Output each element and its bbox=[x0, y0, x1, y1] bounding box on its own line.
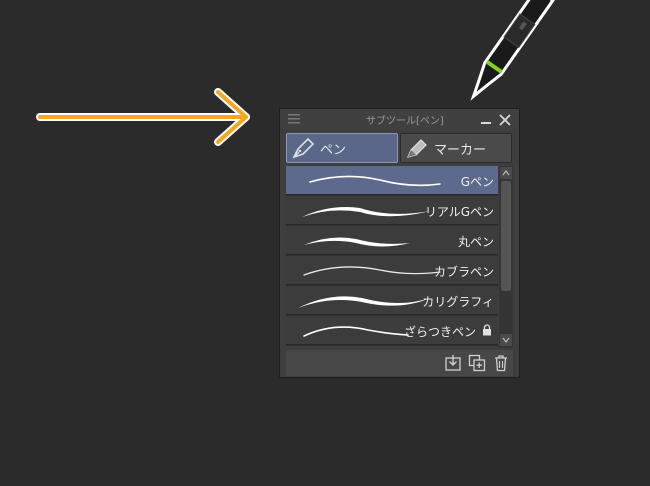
lock-icon bbox=[483, 324, 491, 336]
brush-item-g-pen[interactable]: Gペン bbox=[286, 166, 498, 195]
tab-marker-label: マーカー bbox=[434, 142, 487, 158]
brush-label: Gペン bbox=[460, 175, 494, 189]
brush-item-kabura-pen[interactable]: カブラペン bbox=[286, 256, 498, 285]
brush-label: カリグラフィ bbox=[422, 295, 494, 309]
brush-list-scrollbar[interactable] bbox=[499, 166, 513, 348]
scrollbar-thumb[interactable] bbox=[501, 181, 511, 291]
panel-titlebar[interactable]: サブツール[ペン] bbox=[280, 109, 519, 129]
brush-label: ざらつきペン bbox=[403, 325, 476, 339]
brush-label: 丸ペン bbox=[457, 235, 494, 249]
brush-label: リアルGペン bbox=[424, 205, 494, 219]
panel-footer bbox=[286, 350, 513, 376]
minimize-icon[interactable] bbox=[479, 113, 493, 127]
stylus-pen-icon bbox=[470, 0, 555, 101]
pen-nib-icon bbox=[292, 137, 315, 159]
panel-title: サブツール[ペン] bbox=[366, 116, 444, 127]
trash-icon[interactable] bbox=[492, 354, 510, 372]
brush-stroke-preview bbox=[303, 266, 441, 276]
scroll-down-icon[interactable] bbox=[500, 334, 512, 346]
menu-icon[interactable] bbox=[288, 114, 300, 124]
marker-icon bbox=[406, 139, 427, 158]
subtool-panel: サブツール[ペン] ペン マーカー Gペン リアルGペン 丸ペン カブラペン カ… bbox=[279, 108, 520, 378]
brush-item-zaratsuki-pen[interactable]: ざらつきペン bbox=[286, 316, 498, 345]
brush-item-real-g-pen[interactable]: リアルGペン bbox=[286, 196, 498, 225]
tab-pen-label: ペン bbox=[320, 142, 347, 158]
brush-label: カブラペン bbox=[433, 265, 494, 279]
close-icon[interactable] bbox=[498, 113, 512, 127]
brush-stroke-preview bbox=[309, 175, 441, 187]
brush-stroke-preview bbox=[304, 237, 410, 247]
brush-item-calligraphy[interactable]: カリグラフィ bbox=[286, 286, 498, 315]
copy-to-tool-icon[interactable] bbox=[444, 354, 462, 372]
pointer-arrow bbox=[36, 88, 250, 146]
tab-pen[interactable]: ペン bbox=[286, 133, 398, 163]
tab-marker[interactable]: マーカー bbox=[400, 133, 512, 163]
scroll-up-icon[interactable] bbox=[500, 167, 512, 179]
brush-item-maru-pen[interactable]: 丸ペン bbox=[286, 226, 498, 255]
duplicate-icon[interactable] bbox=[468, 354, 486, 372]
brush-list: Gペン リアルGペン 丸ペン カブラペン カリグラフィ ざらつきペン bbox=[286, 166, 498, 346]
